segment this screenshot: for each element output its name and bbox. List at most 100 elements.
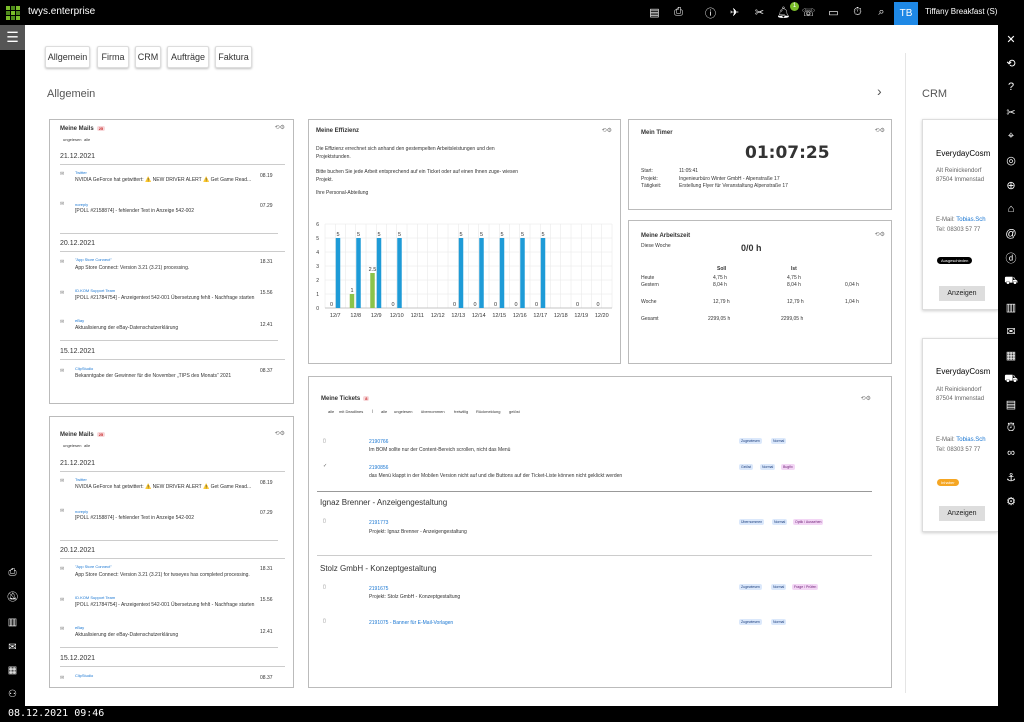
mail-subject[interactable]: NVIDIA GeForce hat getwittert: ⚠️ NEW DR… <box>75 176 255 184</box>
mail-icon[interactable]: ✉ <box>1004 324 1018 338</box>
filter-uebernommen[interactable]: übernommen <box>421 409 445 414</box>
card-title: Meine Mails 25 <box>60 432 106 439</box>
car-icon[interactable]: ⛟ <box>1004 275 1018 289</box>
tab-auftraege[interactable]: Aufträge <box>167 46 209 68</box>
mails-card: Meine Mails 25 ⟲⚙ ungelesen alle 21.12.20… <box>49 119 294 404</box>
filter-ungelesen[interactable]: ungelesen <box>63 443 81 448</box>
close-icon[interactable]: ✕ <box>1004 32 1018 46</box>
alarm-icon[interactable]: ⏰︎ <box>1004 421 1018 435</box>
refresh-settings-icon[interactable]: ⟲⚙ <box>275 124 285 131</box>
filter-alle[interactable]: alle <box>84 443 90 448</box>
document-icon[interactable]: ▥ <box>1004 300 1018 314</box>
mail-subject[interactable]: Aktualisierung der eBay-Datenschutzerklä… <box>75 631 255 639</box>
refresh-settings-icon[interactable]: ⟲⚙ <box>275 430 285 437</box>
filter-ungelesen[interactable]: ungelesen <box>63 137 81 142</box>
avatar[interactable]: TB <box>894 2 918 25</box>
ticket-link[interactable]: 2191075 - Banner für E-Mail-Vorlagen <box>369 620 453 626</box>
filter-rueckmeldung[interactable]: Rückmeldung <box>476 409 500 414</box>
image-icon[interactable]: ▦ <box>6 664 19 677</box>
mail-sender[interactable]: ID.KOM Support Team <box>75 288 115 293</box>
info-icon[interactable]: ⓘ <box>703 5 718 20</box>
users-icon[interactable]: ⚇ <box>6 688 19 701</box>
filter-alle[interactable]: alle <box>84 137 90 142</box>
bell-icon[interactable]: 🔔︎ <box>776 5 791 20</box>
tab-allgemein[interactable]: Allgemein <box>45 46 90 68</box>
tab-faktura[interactable]: Faktura <box>215 46 252 68</box>
chevron-right-icon[interactable]: › <box>877 83 882 99</box>
bell-off-icon[interactable]: 🔕︎ <box>6 591 19 604</box>
filter-alle[interactable]: alle <box>381 409 387 414</box>
mail-subject[interactable]: Bekanntgabe der Gewinner für die Novembe… <box>75 372 235 380</box>
mail-subject[interactable]: Aktualisierung der eBay-Datenschutzerklä… <box>75 324 255 332</box>
crm-company-name[interactable]: EverydayCosm <box>936 367 990 376</box>
document-icon[interactable]: ▥ <box>6 616 19 629</box>
tab-firma[interactable]: Firma <box>97 46 129 68</box>
mail-subject[interactable]: App Store Connect: Version 3.21 (3.21) p… <box>75 264 255 272</box>
help-icon[interactable]: ? <box>1004 80 1018 94</box>
at-icon[interactable]: @ <box>1004 227 1018 241</box>
filter-alle[interactable]: alle <box>328 409 334 414</box>
mail-sender[interactable]: Twitter <box>75 477 87 482</box>
divider <box>60 359 285 360</box>
show-button[interactable]: Anzeigen <box>939 286 985 301</box>
mail-time: 12.41 <box>260 629 273 635</box>
mail-subject[interactable]: App Store Connect: Version 3.21 (3.21) f… <box>75 571 255 579</box>
filter-freiwillig[interactable]: freiwillig <box>454 409 468 414</box>
gear-icon[interactable]: ⚙ <box>1004 494 1018 508</box>
mail-subject[interactable]: [POLL #21784754] - Anzeigentext 542-001 … <box>75 601 255 609</box>
rocket-icon[interactable]: ✈ <box>727 5 742 20</box>
ticket-link[interactable]: 2191675 <box>369 586 388 592</box>
mail-subject[interactable]: [POLL #21784754] - Anzeigentext 542-001 … <box>75 294 255 302</box>
mail-sender[interactable]: ClipStudio <box>75 673 93 678</box>
printer-icon[interactable]: ⎙ <box>671 5 686 20</box>
refresh-settings-icon[interactable]: ⟲⚙ <box>602 127 612 134</box>
ticket-tag: Zugewiesen <box>739 619 762 625</box>
image-icon[interactable]: ▦ <box>1004 348 1018 362</box>
tools-icon[interactable]: ✂ <box>752 5 767 20</box>
chat-icon[interactable]: ▭ <box>826 5 841 20</box>
cabinet-icon[interactable]: ▤ <box>1004 397 1018 411</box>
mail-subject[interactable]: [POLL #2158874] - fehlender Text in Anze… <box>75 514 255 522</box>
tools-icon[interactable]: ✂ <box>1004 105 1018 119</box>
id-card-icon[interactable]: ▤ <box>647 5 662 20</box>
show-button[interactable]: Anzeigen <box>939 506 985 521</box>
ticket-link[interactable]: 2190766 <box>369 439 388 445</box>
sync-icon[interactable]: ⟲ <box>1004 56 1018 70</box>
search-icon[interactable]: ⌕ <box>874 5 889 20</box>
user-name[interactable]: Tiffany Breakfast (S) <box>925 7 997 16</box>
mail-sender[interactable]: "App Store Connect" <box>75 257 112 262</box>
anchor-icon[interactable]: ⚓︎ <box>1004 470 1018 484</box>
section-title-crm: CRM <box>922 88 948 100</box>
mail-sender[interactable]: ClipStudio <box>75 366 93 371</box>
mail-sender[interactable]: eBay <box>75 318 84 323</box>
fingerprint-icon[interactable]: ◎ <box>1004 153 1018 167</box>
mail-subject[interactable]: NVIDIA GeForce hat getwittert: ⚠️ NEW DR… <box>75 483 255 491</box>
link-icon[interactable]: ∞ <box>1004 446 1018 460</box>
id-icon[interactable]: ⓓ <box>1004 251 1018 265</box>
refresh-settings-icon[interactable]: ⟲⚙ <box>875 127 885 134</box>
mail-sender[interactable]: "App Store Connect" <box>75 564 112 569</box>
ticket-link[interactable]: 2191773 <box>369 520 388 526</box>
ticket-link[interactable]: 2190856 <box>369 465 388 471</box>
tab-crm[interactable]: CRM <box>135 46 161 68</box>
mail-sender[interactable]: eBay <box>75 625 84 630</box>
filter-geloest[interactable]: gelöst <box>509 409 520 414</box>
printer-icon[interactable]: ⎙ <box>6 566 19 579</box>
filter-ungelesen[interactable]: ungelesen <box>394 409 412 414</box>
location-icon[interactable]: ⌖ <box>1004 129 1018 143</box>
refresh-settings-icon[interactable]: ⟲⚙ <box>875 231 885 238</box>
filter-deadlines[interactable]: mit Deadlines <box>339 409 363 414</box>
menu-icon[interactable]: ☰ <box>0 25 25 50</box>
crm-company-name[interactable]: EverydayCosm <box>936 149 990 158</box>
mail-subject[interactable]: [POLL #2158874] - fehlender Text in Anze… <box>75 207 255 215</box>
refresh-settings-icon[interactable]: ⟲⚙ <box>861 395 871 402</box>
date-header: 20.12.2021 <box>60 547 96 554</box>
truck-icon[interactable]: ⛟ <box>1004 373 1018 387</box>
phone-icon[interactable]: ☏ <box>801 5 816 20</box>
mail-sender[interactable]: ID.KOM Support Team <box>75 595 115 600</box>
tag-icon[interactable]: ⌂ <box>1004 202 1018 216</box>
mail-sender[interactable]: Twitter <box>75 170 87 175</box>
mail-icon[interactable]: ✉ <box>6 641 19 654</box>
globe-icon[interactable]: ⊕ <box>1004 178 1018 192</box>
stopwatch-icon[interactable]: ⏱︎ <box>850 5 865 20</box>
